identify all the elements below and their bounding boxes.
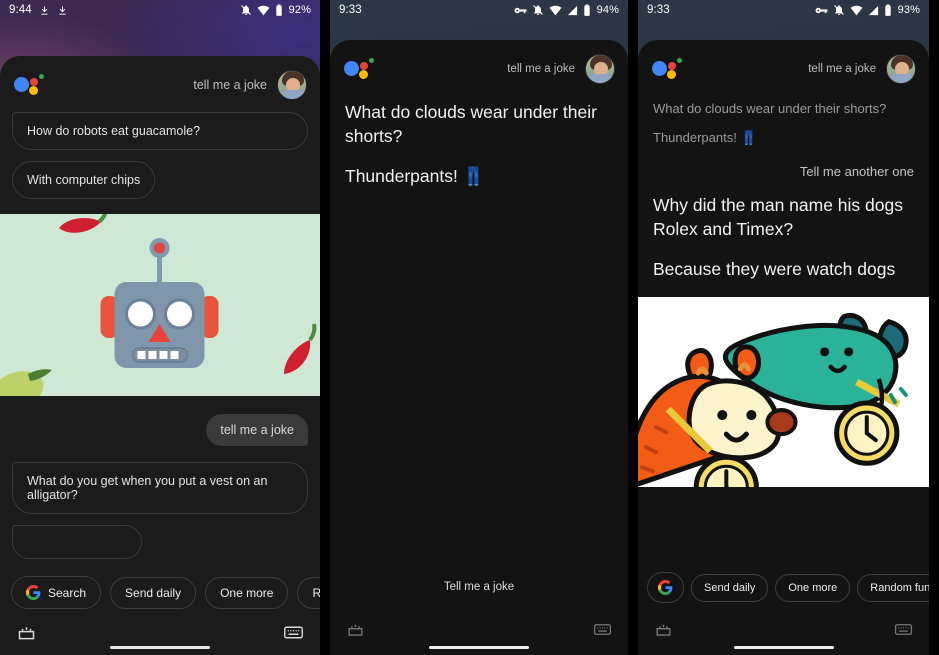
chip-one-more[interactable]: One more: [205, 576, 289, 609]
google-assistant-logo: [652, 57, 686, 81]
user-query-text: tell me a joke: [507, 63, 575, 75]
google-g-icon: [26, 585, 41, 600]
phone-screen-1: 9:44 92% tell me a joke How do robots ea…: [0, 0, 320, 655]
phone-screen-3: 9:33 93% tell me a joke What do clouds w…: [628, 0, 929, 655]
chip-send-daily-label: Send daily: [125, 585, 182, 600]
answer-line-punchline: Thunderpants! 👖: [345, 166, 485, 187]
download-icon: [59, 5, 66, 15]
bell-muted-icon: [532, 5, 543, 15]
conversation-history: What do clouds wear under their shorts? …: [638, 94, 929, 281]
phone-screen-2: 9:33 94% tell me a joke What do clouds w…: [320, 0, 628, 655]
user-query-text: tell me a joke: [193, 78, 267, 92]
home-indicator: [110, 646, 210, 649]
battery-icon: [583, 4, 590, 16]
vpn-key-icon: [815, 7, 828, 13]
battery-percent: 92%: [288, 4, 311, 16]
user-query-text: tell me a joke: [808, 63, 876, 75]
google-assistant-logo: [14, 73, 48, 97]
chip-random[interactable]: Random: [297, 576, 320, 609]
assistant-bubble-answer: With computer chips: [12, 161, 156, 199]
chili-pepper-emoji: [284, 323, 317, 374]
user-avatar[interactable]: [585, 54, 615, 84]
screenshot-row: 9:44 92% tell me a joke How do robots ea…: [0, 0, 939, 655]
chip-random-fun[interactable]: Random fun: [857, 573, 929, 602]
answer-line-question: What do clouds wear under their shorts?: [345, 102, 597, 147]
bell-muted-icon: [833, 5, 844, 15]
home-indicator: [733, 646, 834, 649]
bell-muted-icon: [240, 5, 251, 15]
chip-one-more[interactable]: One more: [775, 573, 851, 602]
chip-one-more-label: One more: [220, 585, 274, 600]
chip-send-daily[interactable]: Send daily: [110, 576, 197, 609]
status-bar: 9:44 92%: [0, 0, 320, 20]
previous-line-punchline: Thunderpants! 👖: [653, 130, 757, 146]
download-icon: [41, 5, 48, 15]
status-clock: 9:44: [9, 4, 32, 16]
chip-send-daily-label: Send daily: [704, 581, 756, 594]
wifi-icon: [257, 5, 270, 15]
google-g-icon: [658, 580, 673, 595]
status-clock: 9:33: [647, 4, 670, 16]
google-assistant-logo: [344, 57, 378, 81]
user-avatar[interactable]: [886, 54, 916, 84]
robot-guacamole-illustration: [0, 214, 320, 396]
chip-google-search[interactable]: [647, 572, 684, 603]
answer-line-punchline: Because they were watch dogs: [653, 259, 896, 280]
user-avatar[interactable]: [277, 70, 307, 100]
wifi-icon: [549, 5, 562, 15]
previous-line-question: What do clouds wear under their shorts?: [653, 101, 887, 116]
user-new-request: Tell me another one: [799, 163, 914, 179]
sent-message-row: tell me a joke: [0, 396, 320, 446]
avocado-emoji: [0, 369, 52, 396]
home-indicator: [429, 646, 529, 649]
assistant-header: tell me a joke: [330, 40, 628, 94]
assistant-followup-bubble: What do you get when you put a vest on a…: [12, 462, 308, 514]
battery-percent: 93%: [897, 4, 920, 16]
chip-search[interactable]: Search: [11, 576, 102, 609]
status-bar: 9:33 94%: [330, 0, 628, 20]
suggestion-bubbles: How do robots eat guacamole? With comput…: [0, 110, 320, 210]
assistant-header: tell me a joke: [638, 40, 929, 94]
assistant-sheet: tell me a joke How do robots eat guacamo…: [0, 56, 320, 655]
chip-search-label: Search: [48, 585, 87, 600]
suggestion-chips: Search Send daily One more Random: [0, 576, 320, 609]
robot-face-emoji: [100, 238, 219, 368]
chip-random-fun-label: Random fun: [870, 581, 929, 594]
listening-hint: Tell me a joke: [443, 581, 515, 593]
explore-icon[interactable]: [346, 620, 365, 639]
assistant-answer: What do clouds wear under their shorts? …: [330, 94, 628, 188]
explore-icon[interactable]: [16, 622, 37, 643]
battery-icon: [884, 4, 891, 16]
assistant-bubble-question: How do robots eat guacamole?: [12, 112, 308, 150]
chip-one-more-label: One more: [788, 581, 838, 594]
keyboard-icon[interactable]: [283, 622, 304, 643]
assistant-sheet: tell me a joke What do clouds wear under…: [638, 40, 929, 655]
signal-icon: [567, 5, 577, 15]
vpn-key-icon: [514, 7, 527, 13]
signal-icon: [868, 5, 878, 15]
assistant-header: tell me a joke: [0, 56, 320, 110]
keyboard-icon[interactable]: [593, 620, 612, 639]
battery-icon: [275, 4, 282, 16]
answer-line-question: Why did the man name his dogs Rolex and …: [653, 194, 903, 240]
assistant-partial-bubble: [12, 525, 142, 559]
wifi-icon: [850, 5, 863, 15]
chili-pepper-emoji: [59, 214, 107, 233]
battery-percent: 94%: [596, 4, 619, 16]
status-bar: 9:33 93%: [638, 0, 929, 20]
status-clock: 9:33: [339, 4, 362, 16]
watch-dogs-illustration: [638, 297, 929, 488]
keyboard-icon[interactable]: [894, 620, 913, 639]
followup-bubbles: What do you get when you put a vest on a…: [0, 460, 320, 575]
user-sent-bubble: tell me a joke: [206, 414, 308, 446]
explore-icon[interactable]: [654, 620, 673, 639]
suggestion-chips: Send daily One more Random fun: [638, 572, 929, 603]
chip-random-label: Random: [312, 585, 320, 600]
assistant-sheet: tell me a joke What do clouds wear under…: [330, 40, 628, 655]
chip-send-daily[interactable]: Send daily: [691, 573, 769, 602]
